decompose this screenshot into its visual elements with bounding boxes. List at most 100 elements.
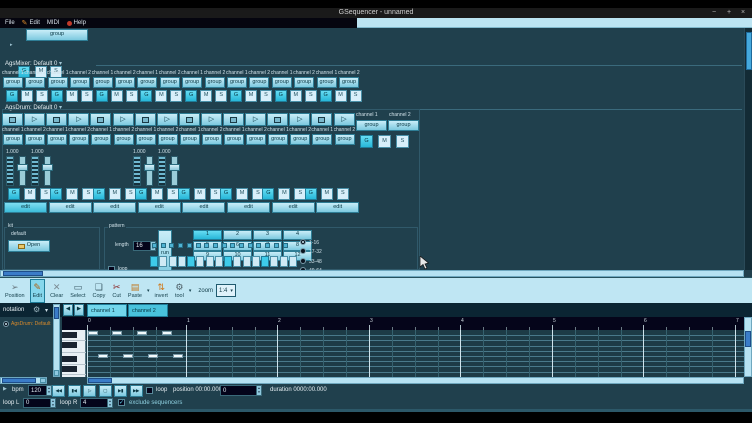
pattern-step-14[interactable] <box>270 256 278 267</box>
position-spinbox[interactable]: 0 ▲▼ <box>220 385 262 396</box>
drum-edit-button[interactable]: edit <box>93 202 136 213</box>
drum-edit-button[interactable]: edit <box>182 202 225 213</box>
exclude-sequencers-checkbox[interactable] <box>118 399 125 406</box>
note[interactable] <box>148 354 158 358</box>
note[interactable] <box>98 354 108 358</box>
mixer-group-button[interactable]: group <box>339 77 359 88</box>
pattern-step-13[interactable] <box>261 256 269 267</box>
drum-m-button[interactable]: M <box>66 188 78 200</box>
drum-g-button[interactable]: G <box>262 188 274 200</box>
drum-m-button[interactable]: M <box>109 188 121 200</box>
drum-play-button[interactable]: ▷ <box>157 113 178 126</box>
drum-out-s-button[interactable]: S <box>396 135 409 148</box>
notation-vscrollbar[interactable] <box>53 304 60 377</box>
tab-channel-1[interactable]: channel 1 <box>87 304 127 317</box>
fader-handle-icon[interactable] <box>17 164 28 171</box>
note[interactable] <box>123 354 133 358</box>
drum-out-group-1[interactable]: group <box>356 120 387 131</box>
spin-arrows-icon[interactable]: ▲▼ <box>256 386 261 395</box>
pattern-step-7[interactable] <box>206 256 214 267</box>
drum-group-button[interactable]: group <box>69 134 89 145</box>
black-key[interactable] <box>62 332 77 338</box>
previous-button[interactable]: ▮◀ <box>68 385 81 397</box>
mixer-group-button[interactable]: group <box>93 77 113 88</box>
drum-m-button[interactable]: M <box>278 188 290 200</box>
drum-group-button[interactable]: group <box>158 134 178 145</box>
machines-vscroll-thumb[interactable] <box>746 32 752 70</box>
grid-vscrollbar[interactable] <box>744 317 752 377</box>
notation-vscroll-thumb[interactable] <box>54 307 59 319</box>
drum-open-button[interactable] <box>223 113 244 126</box>
drum-group-button[interactable]: group <box>47 134 67 145</box>
drum-m-button[interactable]: M <box>24 188 36 200</box>
fader-handle-icon[interactable] <box>169 164 180 171</box>
spin-arrows-icon[interactable]: ▲▼ <box>107 399 112 407</box>
drum-group-button[interactable]: group <box>335 134 355 145</box>
drum-open-button[interactable] <box>135 113 156 126</box>
machine-radio[interactable] <box>3 321 9 327</box>
scroll-left-button[interactable]: ◀ <box>63 304 73 316</box>
drum-group-button[interactable]: group <box>268 134 288 145</box>
drum-out-group-2[interactable]: group <box>388 120 419 131</box>
spin-arrows-icon[interactable]: ▲▼ <box>50 399 55 407</box>
drum-group-button[interactable]: group <box>246 134 266 145</box>
piano-keys[interactable] <box>62 330 86 377</box>
pattern-index-4[interactable]: 4 <box>283 230 312 240</box>
mixer-s-button[interactable]: S <box>81 90 93 102</box>
cut-button[interactable]: ✂Cut <box>110 279 123 303</box>
next-button[interactable]: ▶▮ <box>114 385 127 397</box>
pattern-step-12[interactable] <box>252 256 260 267</box>
grid-hscrollbar[interactable] <box>87 377 744 384</box>
mixer-g-button[interactable]: G <box>320 90 332 102</box>
fader-track[interactable] <box>44 156 51 186</box>
drum-out-g-button[interactable]: G <box>360 135 373 148</box>
drum-open-button[interactable] <box>2 113 23 126</box>
drum-edit-button[interactable]: edit <box>272 202 315 213</box>
mixer-group-button[interactable]: group <box>3 77 23 88</box>
pattern-step-10[interactable] <box>233 256 241 267</box>
rewind-button[interactable]: ◀◀ <box>52 385 65 397</box>
transport-expander-icon[interactable]: ▶ <box>3 387 7 392</box>
menu-edit[interactable]: ✎Edit <box>22 19 40 27</box>
chevron-down-icon[interactable]: ▾ <box>45 307 48 314</box>
notation-selector-label[interactable]: notation <box>3 307 24 313</box>
mixer-group-button[interactable]: group <box>137 77 157 88</box>
drum-g-button[interactable]: G <box>93 188 105 200</box>
note[interactable] <box>112 331 122 335</box>
drum-g-button[interactable]: G <box>135 188 147 200</box>
mixer-m-button[interactable]: M <box>21 90 33 102</box>
note[interactable] <box>162 331 172 335</box>
drum-play-button[interactable]: ▷ <box>24 113 45 126</box>
menu-help[interactable]: Help <box>67 20 86 26</box>
drum-group-button[interactable]: group <box>180 134 200 145</box>
mixer-group-button[interactable]: group <box>182 77 202 88</box>
mixer-m-button[interactable]: M <box>111 90 123 102</box>
position-button[interactable]: ➢Position <box>3 279 27 303</box>
drum-g-button[interactable]: G <box>50 188 62 200</box>
fader-handle-icon[interactable] <box>42 164 53 171</box>
mixer-s-button[interactable]: S <box>350 90 362 102</box>
drum-play-button[interactable]: ▷ <box>334 113 355 126</box>
mixer-m-button[interactable]: M <box>155 90 167 102</box>
black-key[interactable] <box>62 356 77 362</box>
drum-group-button[interactable]: group <box>224 134 244 145</box>
mixer-group-button[interactable]: group <box>25 77 45 88</box>
drum-open-button[interactable] <box>267 113 288 126</box>
stop-button[interactable]: ▢ <box>99 385 112 397</box>
drum-group-button[interactable]: group <box>25 134 45 145</box>
drum-open-button[interactable] <box>46 113 67 126</box>
grid-hscroll-thumb[interactable] <box>88 378 112 383</box>
drum-m-button[interactable]: M <box>151 188 163 200</box>
select-button[interactable]: ▭Select <box>68 279 87 303</box>
mixer-g-button[interactable]: G <box>6 90 18 102</box>
invert-button[interactable]: ⇅invert <box>153 279 170 303</box>
note[interactable] <box>137 331 147 335</box>
chevron-down-icon[interactable]: ▾ <box>189 288 192 294</box>
note[interactable] <box>173 354 183 358</box>
scroll-right-button[interactable]: ▶ <box>74 304 84 316</box>
loop-checkbox[interactable] <box>146 387 153 394</box>
mixer-s-button[interactable]: S <box>126 90 138 102</box>
drum-group-button[interactable]: group <box>91 134 111 145</box>
fader-handle-icon[interactable] <box>144 164 155 171</box>
grid-vscroll-thumb[interactable] <box>745 331 751 347</box>
